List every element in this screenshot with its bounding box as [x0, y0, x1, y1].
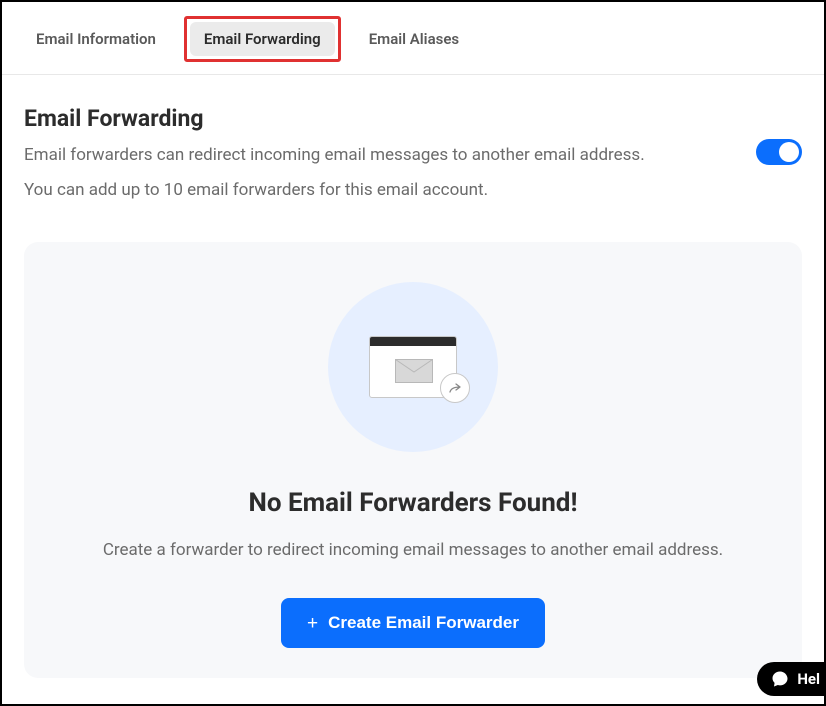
help-label: Hel: [797, 670, 820, 688]
tab-email-forwarding[interactable]: Email Forwarding: [190, 22, 335, 56]
help-widget[interactable]: Hel: [757, 662, 824, 696]
heading-text: Email Forwarding Email forwarders can re…: [24, 105, 736, 204]
empty-state-description: Create a forwarder to redirect incoming …: [44, 540, 782, 560]
tab-bar: Email Information Email Forwarding Email…: [2, 2, 824, 75]
create-forwarder-button[interactable]: + Create Email Forwarder: [281, 598, 545, 648]
create-button-label: Create Email Forwarder: [328, 613, 519, 633]
window-icon: [369, 336, 457, 398]
heading-row: Email Forwarding Email forwarders can re…: [24, 105, 802, 204]
page-title: Email Forwarding: [24, 105, 736, 132]
tab-highlight: Email Forwarding: [184, 16, 341, 62]
forwarding-toggle[interactable]: [756, 139, 802, 165]
tab-email-information[interactable]: Email Information: [22, 22, 170, 56]
page-description-2: You can add up to 10 email forwarders fo…: [24, 177, 736, 204]
empty-state-card: No Email Forwarders Found! Create a forw…: [24, 242, 802, 678]
envelope-icon: [395, 359, 433, 383]
chat-icon: [771, 670, 789, 688]
tab-email-aliases[interactable]: Email Aliases: [355, 22, 473, 56]
window-bar: [370, 337, 456, 346]
content-area: Email Forwarding Email forwarders can re…: [2, 75, 824, 678]
plus-icon: +: [307, 614, 318, 633]
toggle-knob: [779, 142, 799, 162]
empty-state-title: No Email Forwarders Found!: [44, 488, 782, 518]
empty-illustration: [328, 282, 498, 452]
page-description-1: Email forwarders can redirect incoming e…: [24, 142, 736, 169]
forward-icon: [440, 373, 470, 403]
